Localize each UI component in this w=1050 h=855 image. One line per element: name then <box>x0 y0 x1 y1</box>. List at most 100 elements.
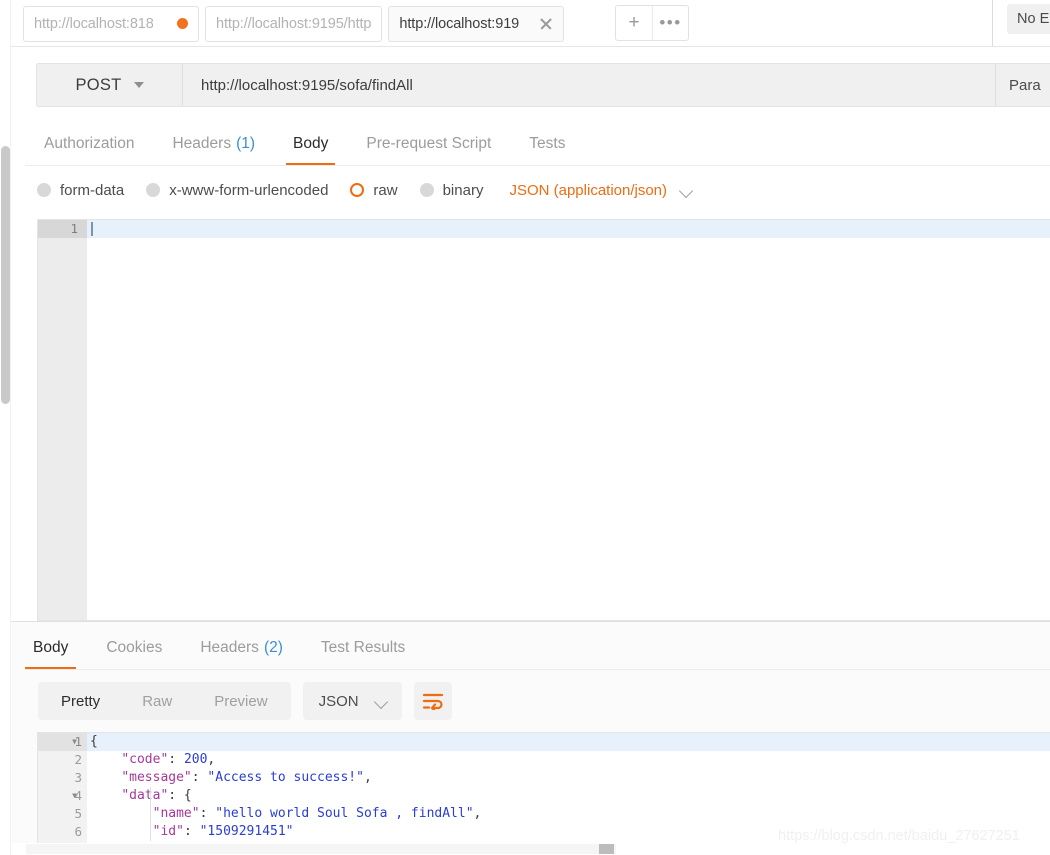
response-toolbar: Pretty Raw Preview JSON <box>38 682 452 720</box>
request-editor-code-area[interactable] <box>87 220 1050 620</box>
response-tab-list: Body Cookies Headers (2) Test Results <box>14 625 424 670</box>
response-tab-body[interactable]: Body <box>14 625 87 670</box>
tab-tools: + ••• <box>615 5 689 41</box>
scrollbar-thumb[interactable] <box>1 146 10 404</box>
content-type-selector[interactable]: JSON (application/json) <box>509 182 693 199</box>
json-token-p: : <box>168 752 184 767</box>
response-format-selector[interactable]: JSON <box>302 682 402 720</box>
url-input[interactable]: http://localhost:9195/sofa/findAll <box>183 64 996 106</box>
tab-headers[interactable]: Headers (1) <box>153 121 274 166</box>
json-token-p: : { <box>168 788 192 803</box>
indent-guide <box>150 787 151 841</box>
body-type-urlencoded-label: x-www-form-urlencoded <box>169 181 329 199</box>
word-wrap-button[interactable] <box>413 682 452 720</box>
body-type-urlencoded[interactable]: x-www-form-urlencoded <box>146 182 328 199</box>
body-type-options: form-data x-www-form-urlencoded raw bina… <box>37 174 693 206</box>
response-line-number: 4 ▼ <box>72 787 82 805</box>
response-tab-headers[interactable]: Headers (2) <box>181 625 302 670</box>
tab-pre-request-script-label: Pre-request Script <box>366 134 492 152</box>
body-type-raw[interactable]: raw <box>350 181 398 199</box>
json-token-k: "message" <box>121 770 192 785</box>
tab-body-label: Body <box>293 134 329 152</box>
tab-body[interactable]: Body <box>274 121 347 166</box>
request-tab-1[interactable]: http://localhost:818 <box>23 5 199 42</box>
scrollbar-track <box>26 844 616 854</box>
scrollbar-thumb[interactable] <box>599 844 614 854</box>
response-tab-body-label: Body <box>33 638 69 656</box>
radio-selected-icon <box>350 183 365 197</box>
json-token-k: "id" <box>152 824 184 839</box>
json-token-s: "hello world Soul Sofa , findAll" <box>215 806 474 821</box>
request-section: Authorization Headers (1) Body Pre-reque… <box>11 121 1050 621</box>
params-button[interactable]: Para <box>996 64 1050 106</box>
response-format-label: JSON <box>318 692 359 710</box>
ellipsis-icon: ••• <box>659 13 682 32</box>
response-section: Body Cookies Headers (2) Test Results Pr… <box>11 622 1050 855</box>
json-token-p <box>90 806 153 821</box>
tab-headers-label: Headers <box>172 134 232 152</box>
url-row: POST http://localhost:9195/sofa/findAll … <box>36 63 1050 107</box>
active-line-highlight <box>87 220 1050 238</box>
body-type-raw-label: raw <box>373 181 398 199</box>
view-mode-preview[interactable]: Preview <box>193 684 288 718</box>
request-subtab-divider <box>25 165 1050 166</box>
postman-window: http://localhost:818 http://localhost:91… <box>0 0 1050 855</box>
new-tab-button[interactable]: + <box>616 6 652 40</box>
json-token-k: "data" <box>121 788 169 803</box>
response-line-number: 6 <box>74 824 82 839</box>
request-tab-bar: http://localhost:818 http://localhost:91… <box>11 0 1050 47</box>
body-type-form-data-label: form-data <box>60 181 125 199</box>
close-icon[interactable] <box>539 17 553 31</box>
body-type-binary-label: binary <box>442 181 484 199</box>
response-code-line: "data": { <box>87 787 1050 805</box>
view-mode-pretty[interactable]: Pretty <box>40 684 121 718</box>
response-tab-test-results[interactable]: Test Results <box>302 625 424 670</box>
tab-more-button[interactable]: ••• <box>652 6 688 40</box>
request-tab-3-label: http://localhost:919 <box>399 15 520 32</box>
app-left-scrollbar[interactable] <box>0 0 11 855</box>
response-code-line: { <box>87 733 1050 751</box>
response-tab-divider <box>25 669 1050 670</box>
json-token-p: { <box>90 734 98 749</box>
json-token-n: 200 <box>183 752 208 767</box>
response-tab-cookies-label: Cookies <box>106 638 163 656</box>
view-mode-raw[interactable]: Raw <box>121 684 193 718</box>
tabbar-divider <box>992 0 993 46</box>
response-code-line: "code": 200, <box>87 751 1050 769</box>
radio-icon <box>37 183 51 197</box>
json-token-p: : <box>183 824 200 839</box>
tab-tests[interactable]: Tests <box>510 121 584 166</box>
response-line-number: 5 <box>74 806 82 821</box>
response-code-line: "message": "Access to success!", <box>87 769 1050 787</box>
response-tab-headers-count: (2) <box>263 638 283 656</box>
json-token-p <box>90 824 153 839</box>
json-token-s: "1509291451" <box>199 824 294 839</box>
method-label: POST <box>75 75 122 94</box>
json-token-p: , <box>207 752 216 767</box>
request-tab-list: http://localhost:818 http://localhost:91… <box>23 0 565 47</box>
request-editor-gutter: 1 <box>38 220 87 620</box>
body-type-binary[interactable]: binary <box>419 181 484 199</box>
environment-selector[interactable]: No En <box>1007 4 1050 34</box>
radio-icon <box>419 183 434 197</box>
fold-toggle-icon[interactable]: ▼ <box>72 787 77 805</box>
unsaved-dot-icon <box>177 18 188 29</box>
response-line-number: 3 <box>74 770 82 785</box>
tab-pre-request-script[interactable]: Pre-request Script <box>347 121 510 166</box>
text-caret <box>91 222 93 236</box>
json-token-p: : <box>199 806 216 821</box>
json-token-k: "name" <box>152 806 200 821</box>
fold-toggle-icon[interactable]: ▼ <box>72 733 77 751</box>
method-selector[interactable]: POST <box>37 64 183 106</box>
request-tab-3[interactable]: http://localhost:919 <box>388 5 565 42</box>
response-code-line: "name": "hello world Soul Sofa , findAll… <box>87 805 1050 823</box>
request-body-editor[interactable]: 1 <box>37 219 1050 621</box>
chevron-down-icon <box>375 695 388 708</box>
body-type-form-data[interactable]: form-data <box>37 182 124 199</box>
request-tab-2[interactable]: http://localhost:9195/http <box>205 5 383 42</box>
response-tab-cookies[interactable]: Cookies <box>87 625 181 670</box>
horizontal-scrollbar[interactable] <box>11 843 1050 855</box>
json-token-p <box>90 788 121 803</box>
response-tab-test-results-label: Test Results <box>320 638 406 656</box>
tab-authorization[interactable]: Authorization <box>25 121 153 166</box>
